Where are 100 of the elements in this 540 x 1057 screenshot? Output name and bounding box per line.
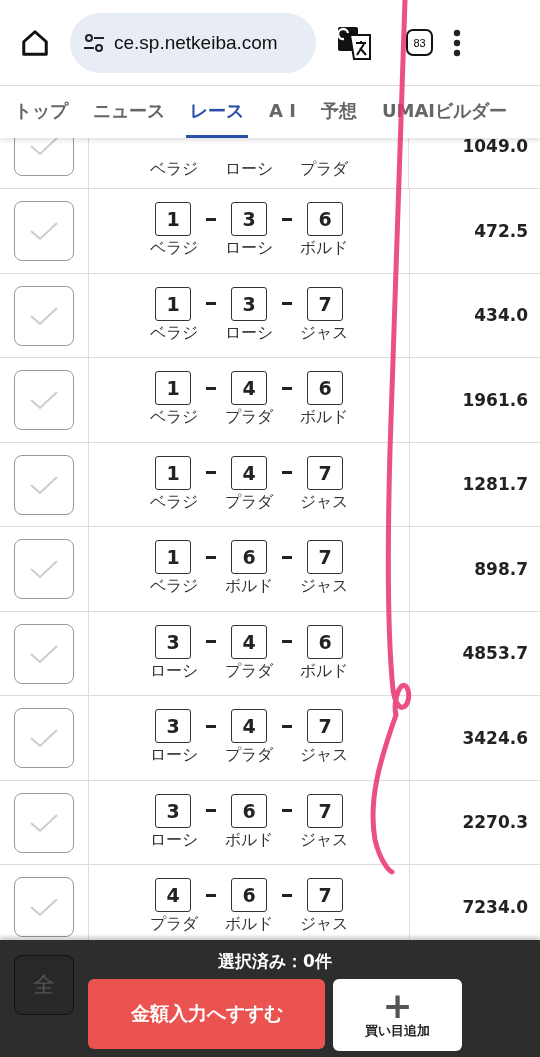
horse-name: ローシ	[149, 660, 199, 682]
dash-icon	[206, 386, 216, 390]
checkmark-icon	[29, 474, 59, 495]
dash-icon	[206, 302, 216, 306]
horse-number: 7	[307, 878, 343, 913]
checkbox[interactable]	[14, 877, 74, 937]
horse-number: 6	[231, 540, 267, 575]
checkmark-icon	[29, 138, 59, 156]
dash-icon	[206, 724, 216, 728]
odds-value: 3424.6	[462, 727, 528, 748]
nav-tab[interactable]: ニュース	[89, 86, 169, 138]
checkbox[interactable]	[14, 370, 74, 430]
add-button[interactable]: + 買い目追加	[333, 979, 462, 1051]
nav-tab[interactable]: 予想	[316, 86, 361, 138]
horse-number: 4	[231, 455, 267, 490]
checkbox[interactable]	[14, 708, 74, 768]
horse-number: 4	[231, 371, 267, 406]
horse-number: 1	[155, 540, 191, 575]
horse-number: 7	[307, 540, 343, 575]
horse-name: ボルド	[299, 407, 349, 429]
translate-icon[interactable]	[336, 24, 372, 61]
checkbox[interactable]	[14, 201, 74, 261]
horse-name: ベラジ	[148, 159, 199, 180]
dash-icon	[282, 893, 292, 897]
nav-tab[interactable]: A I	[265, 86, 300, 138]
horse-name: ベラジ	[149, 491, 199, 513]
horse-name: ボルド	[224, 576, 274, 598]
nav-tab[interactable]: トップ	[10, 86, 72, 138]
checkmark-icon	[29, 559, 59, 579]
checkmark-icon	[29, 390, 59, 410]
horse-name: ローシ	[224, 322, 274, 344]
tab-count[interactable]: 83	[406, 29, 433, 56]
horse-number: 3	[231, 286, 267, 321]
checkmark-icon	[29, 643, 59, 664]
nav-tab[interactable]: レース	[186, 86, 248, 138]
checkmark-icon	[29, 897, 59, 917]
odds-value: 2270.3	[462, 812, 528, 833]
address-bar[interactable]: ce.sp.netkeiba.com	[70, 12, 316, 73]
odds-value: 472.5	[474, 220, 528, 241]
dash-icon	[282, 640, 292, 644]
dash-icon	[282, 809, 292, 813]
horse-name: プラダ	[224, 745, 274, 767]
odds-value: 7234.0	[462, 896, 528, 917]
horse-name: ボルド	[224, 914, 274, 936]
url-text: ce.sp.netkeiba.com	[114, 31, 278, 54]
dash-icon	[206, 640, 216, 644]
horse-name: ジャス	[299, 829, 349, 851]
checkbox[interactable]	[14, 623, 74, 684]
checkmark-icon	[29, 221, 59, 241]
horse-number: 7	[307, 793, 343, 828]
horse-number: 1	[155, 371, 191, 406]
dash-icon	[282, 386, 292, 390]
horse-name: ローシ	[149, 829, 199, 851]
dash-icon	[282, 302, 292, 306]
horse-name: ボルド	[224, 829, 274, 851]
horse-number: 6	[231, 793, 267, 828]
horse-number: 7	[307, 709, 343, 744]
odds-value: 4853.7	[462, 643, 528, 664]
checkbox[interactable]	[14, 792, 74, 853]
checkmark-icon	[29, 728, 59, 748]
proceed-button[interactable]: 金額入力へすすむ	[88, 979, 325, 1049]
odds-value: 1281.7	[462, 474, 528, 495]
dash-icon	[282, 555, 292, 559]
horse-number: 6	[231, 878, 267, 913]
horse-name: ローシ	[224, 238, 274, 260]
odds-value: 1049.0	[462, 138, 528, 156]
horse-name: ベラジ	[149, 576, 199, 598]
checkbox[interactable]	[14, 454, 74, 515]
horse-number: 3	[231, 202, 267, 237]
odds-value: 1961.6	[462, 389, 528, 410]
dash-icon	[206, 471, 216, 475]
horse-number: 6	[307, 371, 343, 406]
horse-number: 1	[155, 455, 191, 490]
odds-value: 898.7	[474, 558, 528, 579]
menu-icon[interactable]	[453, 28, 461, 57]
horse-name: プラダ	[224, 407, 274, 429]
horse-number: 3	[155, 709, 191, 744]
odds-value: 434.0	[474, 305, 528, 326]
horse-number: 1	[155, 286, 191, 321]
horse-name: ジャス	[299, 914, 349, 936]
home-icon[interactable]	[20, 27, 50, 58]
dash-icon	[206, 217, 216, 221]
checkbox[interactable]	[14, 539, 74, 599]
horse-number: 3	[155, 793, 191, 828]
horse-number: 4	[231, 709, 267, 744]
dash-icon	[206, 893, 216, 897]
horse-number: 4	[231, 624, 267, 659]
dash-icon	[206, 555, 216, 559]
dash-icon	[206, 809, 216, 813]
horse-number: 6	[307, 624, 343, 659]
checkbox[interactable]	[14, 285, 74, 346]
horse-name: ボルド	[299, 660, 349, 682]
horse-name: ジャス	[299, 576, 349, 598]
horse-name: ジャス	[299, 322, 349, 344]
horse-name: ベラジ	[149, 238, 199, 260]
horse-name: ベラジ	[149, 407, 199, 429]
horse-number: 7	[307, 286, 343, 321]
checkmark-icon	[29, 812, 59, 833]
horse-number: 1	[155, 202, 191, 237]
horse-name: ボルド	[299, 238, 349, 260]
